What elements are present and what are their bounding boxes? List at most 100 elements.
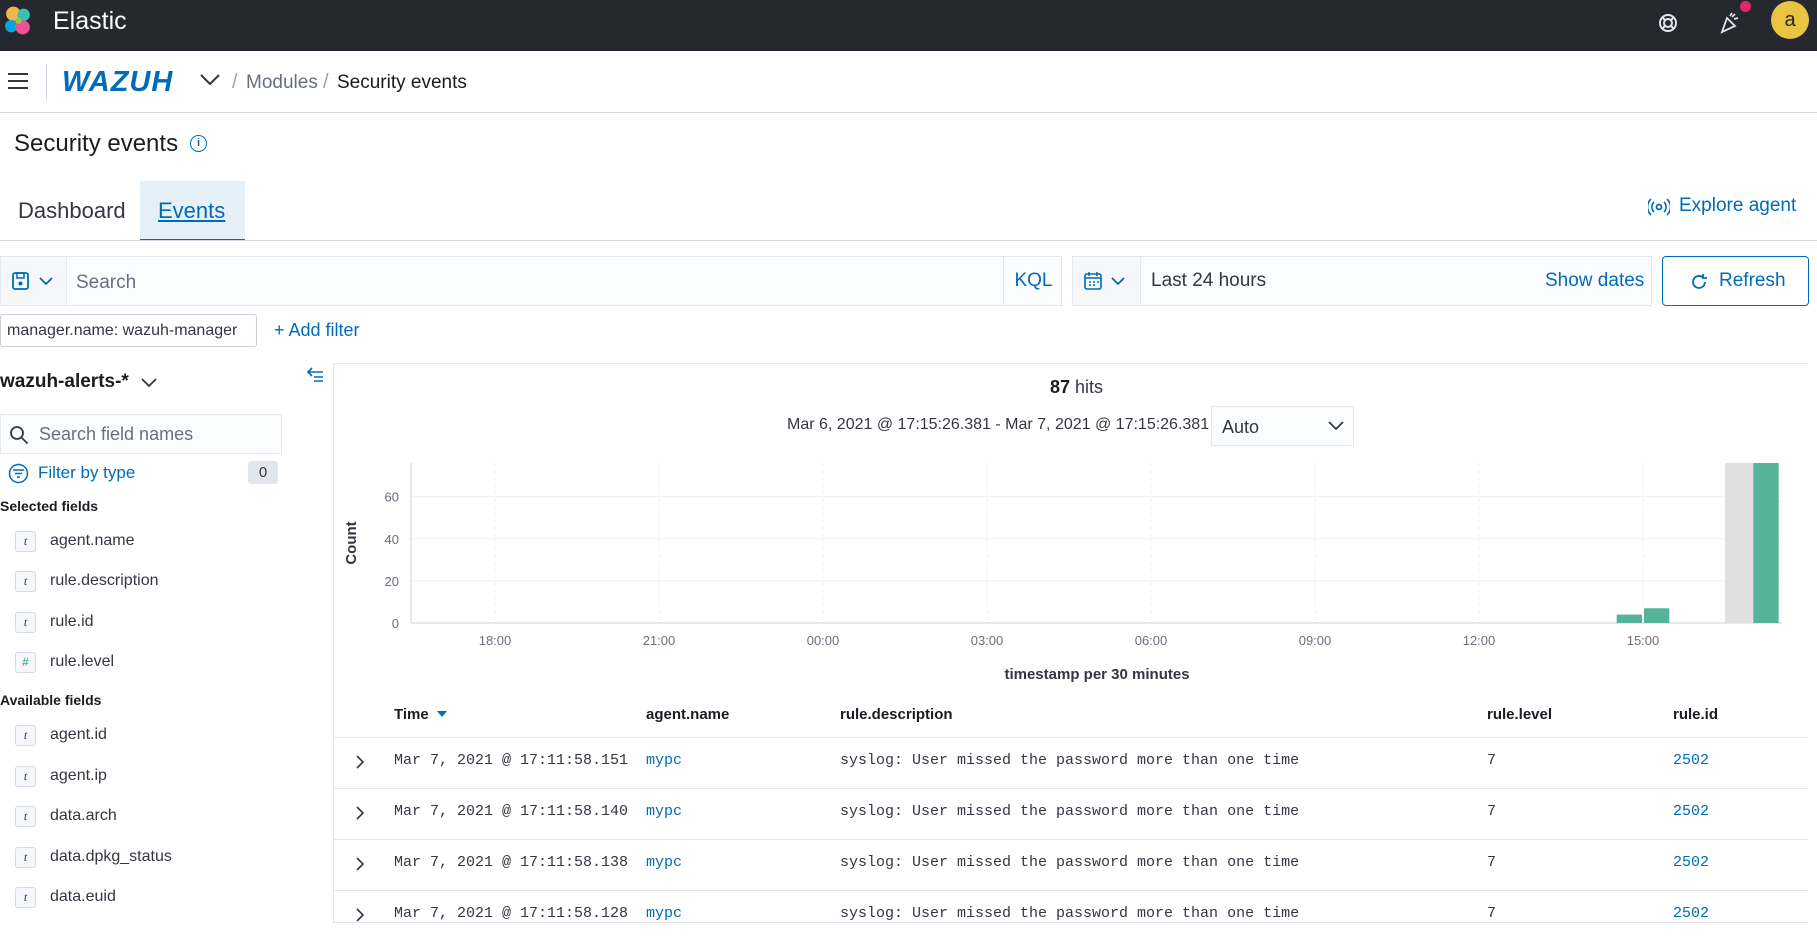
wazuh-logo[interactable]: WAZUH [62,66,173,99]
y-axis-title: Count [343,521,360,564]
avatar[interactable]: a [1771,1,1809,39]
field-item[interactable]: # rule.level [0,646,282,678]
field-name: rule.level [50,653,115,670]
column-header-label: Time [394,706,429,723]
cell-rule-id[interactable]: 2502 [1673,803,1709,820]
field-search[interactable]: Search field names [0,414,282,454]
calendar-icon [1084,272,1125,290]
table-row[interactable]: Mar 7, 2021 @ 17:11:58.128 mypc syslog: … [334,890,1808,941]
field-item[interactable]: t rule.id [0,606,282,638]
sort-down-icon[interactable] [436,709,448,719]
chevron-down-icon[interactable] [199,73,221,87]
string-type-icon: t [15,887,36,908]
quick-select-button[interactable] [1073,257,1141,305]
expand-row-icon[interactable] [354,856,366,872]
cell-agent-name[interactable]: mypc [646,905,682,922]
selected-fields-title: Selected fields [0,498,99,514]
column-header-time[interactable]: Time [394,706,448,723]
hits-count: 87 hits [1050,377,1103,398]
field-item[interactable]: t agent.id [0,719,282,751]
saved-query-button[interactable] [1,257,67,305]
field-item[interactable]: t agent.name [0,525,282,557]
field-item[interactable]: t data.dpkg_status [0,841,282,873]
search-input[interactable]: Search [76,272,136,294]
field-search-input[interactable]: Search field names [39,424,193,445]
search-icon [10,426,29,445]
column-header-agent-name[interactable]: agent.name [646,706,729,723]
column-header-rule-level[interactable]: rule.level [1487,706,1552,723]
cell-rule-id[interactable]: 2502 [1673,752,1709,769]
breadcrumb-separator: / [232,71,238,93]
field-name: data.arch [50,807,117,824]
field-item[interactable]: t agent.ip [0,760,282,792]
string-type-icon: t [15,766,36,787]
x-tick-label: 21:00 [643,633,676,648]
field-name: data.dpkg_status [50,848,172,865]
cell-agent-name[interactable]: mypc [646,854,682,871]
field-item[interactable]: t rule.description [0,565,282,597]
string-type-icon: t [15,531,36,552]
histogram-bar [1616,614,1642,623]
expand-row-icon[interactable] [354,754,366,770]
refresh-icon [1692,274,1707,289]
add-filter-button[interactable]: + Add filter [274,320,360,341]
cell-time: Mar 7, 2021 @ 17:11:58.151 [394,752,629,769]
field-item[interactable]: t data.arch [0,800,282,832]
info-icon[interactable]: i [190,135,207,152]
hits-number: 87 [1050,377,1071,397]
tabs-divider [0,240,1817,241]
filter-by-type-button[interactable]: Filter by type 0 [8,461,278,486]
menu-icon[interactable] [8,73,28,89]
cell-rule-description: syslog: User missed the password more th… [840,905,1300,922]
app-title: Elastic [53,7,127,35]
filter-by-type-label: Filter by type [38,463,136,482]
page-title: Security events [14,130,179,157]
newsfeed-icon[interactable] [1714,8,1744,38]
interval-value: Auto [1222,417,1260,437]
collapse-sidebar-icon[interactable] [306,366,324,382]
help-icon[interactable] [1653,8,1683,38]
cell-agent-name[interactable]: mypc [646,752,682,769]
breadcrumb-modules[interactable]: Modules [246,72,318,94]
refresh-button[interactable]: Refresh [1662,256,1809,306]
filter-pill[interactable]: manager.name: wazuh-manager [0,314,257,347]
interval-select[interactable]: Auto [1211,406,1354,446]
explore-agent-link[interactable]: Explore agent [1679,195,1796,217]
show-dates-link[interactable]: Show dates [1545,270,1644,292]
column-header-rule-id[interactable]: rule.id [1673,706,1718,723]
tab-events[interactable]: Events [140,181,245,241]
top-header: Elastic a [0,0,1817,51]
cell-time: Mar 7, 2021 @ 17:11:58.140 [394,803,629,820]
filter-count-badge: 0 [248,461,278,484]
string-type-icon: t [15,571,36,592]
date-range-value[interactable]: Last 24 hours [1151,270,1266,292]
elastic-logo-icon[interactable] [2,3,35,39]
table-row[interactable]: Mar 7, 2021 @ 17:11:58.151 mypc syslog: … [334,737,1808,788]
table-row[interactable]: Mar 7, 2021 @ 17:11:58.140 mypc syslog: … [334,788,1808,839]
breadcrumb-separator: / [323,71,329,93]
search-bar: Search KQL [0,256,1062,306]
histogram-chart: 0 20 40 60 18:00 21:00 00:00 03:00 06:00 09:00 12:… [343,463,1782,683]
cell-agent-name[interactable]: mypc [646,803,682,820]
chevron-down-icon [1328,421,1344,431]
chevron-down-icon[interactable] [140,377,158,389]
expand-row-icon[interactable] [354,907,366,923]
tab-dashboard[interactable]: Dashboard [0,181,144,241]
field-item[interactable]: t data.euid [0,881,282,913]
table-row[interactable]: Mar 7, 2021 @ 17:11:58.138 mypc syslog: … [334,839,1808,890]
expand-row-icon[interactable] [354,805,366,821]
string-type-icon: t [15,725,36,746]
query-language-button[interactable]: KQL [1003,257,1063,305]
cell-rule-id[interactable]: 2502 [1673,854,1709,871]
cell-rule-id[interactable]: 2502 [1673,905,1709,922]
save-icon [12,272,53,290]
column-header-rule-description[interactable]: rule.description [840,706,953,723]
field-name: agent.ip [50,767,107,784]
x-tick-label: 00:00 [807,633,840,648]
cell-rule-description: syslog: User missed the password more th… [840,854,1300,871]
string-type-icon: t [15,612,36,633]
index-pattern-selector[interactable]: wazuh-alerts-* [0,371,129,393]
x-tick-label: 09:00 [1299,633,1332,648]
number-type-icon: # [15,652,36,673]
cell-time: Mar 7, 2021 @ 17:11:58.128 [394,905,629,922]
